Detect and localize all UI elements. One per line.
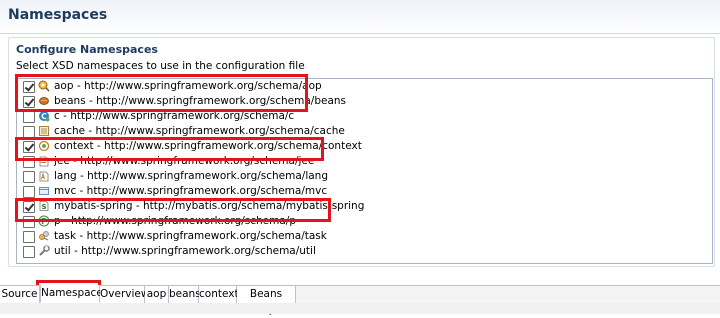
namespace-checkbox[interactable] [23, 156, 35, 168]
util-icon [38, 245, 50, 257]
schema-s-icon: S [38, 200, 50, 212]
tab-aop[interactable]: aop [145, 286, 169, 303]
tab-overview[interactable]: Overview [100, 286, 149, 303]
namespace-label: context - http://www.springframework.org… [54, 140, 362, 152]
task-icon [38, 230, 50, 242]
namespace-label: beans - http://www.springframework.org/s… [54, 95, 347, 107]
namespace-label: mvc - http://www.springframework.org/sch… [54, 185, 328, 197]
jee-icon [38, 155, 50, 167]
tab-beans-graph[interactable]: Beans Graph [237, 286, 296, 316]
namespace-list[interactable]: aop - http://www.springframework.org/sch… [16, 78, 713, 264]
svg-text:P: P [41, 217, 47, 226]
aop-icon [38, 80, 50, 92]
section-title: Configure Namespaces [16, 43, 158, 56]
namespace-checkbox[interactable] [23, 96, 35, 108]
namespace-label: aop - http://www.springframework.org/sch… [54, 80, 322, 92]
tab-namespaces[interactable]: Namespaces [40, 285, 108, 303]
tab-source[interactable]: Source [0, 286, 40, 303]
namespace-checkbox[interactable] [23, 111, 35, 123]
namespace-label: cache - http://www.springframework.org/s… [54, 125, 345, 137]
cache-icon [38, 125, 50, 137]
bean-icon [38, 95, 50, 107]
bottom-strip [0, 303, 720, 314]
namespace-checkbox[interactable] [23, 246, 35, 258]
namespace-label: jee - http://www.springframework.org/sch… [54, 155, 315, 167]
namespace-label: mybatis-spring - http://mybatis.org/sche… [54, 200, 365, 212]
mvc-icon [38, 185, 50, 197]
namespace-checkbox[interactable] [23, 216, 35, 228]
namespace-label: c - http://www.springframework.org/schem… [54, 110, 295, 122]
tab-context[interactable]: context [199, 286, 239, 303]
tab-beans[interactable]: beans [169, 286, 201, 303]
namespace-checkbox[interactable] [23, 186, 35, 198]
namespace-checkbox[interactable] [23, 141, 35, 153]
c-icon: C [38, 110, 50, 122]
namespace-checkbox[interactable] [23, 201, 35, 213]
section-description: Select XSD namespaces to use in the conf… [16, 60, 305, 72]
svg-text:S: S [41, 203, 46, 211]
context-icon [38, 140, 50, 152]
namespace-label: lang - http://www.springframework.org/sc… [54, 170, 328, 182]
editor-header: Namespaces [0, 0, 720, 34]
namespace-checkbox[interactable] [23, 126, 35, 138]
namespace-label: util - http://www.springframework.org/sc… [54, 245, 316, 257]
page-title: Namespaces [8, 7, 108, 23]
namespace-label: p - http://www.springframework.org/schem… [54, 215, 296, 227]
namespace-checkbox[interactable] [23, 81, 35, 93]
editor-tab-bar: Source Namespaces Overview aop beans con… [0, 285, 720, 316]
namespace-checkbox[interactable] [23, 171, 35, 183]
p-icon: P [38, 215, 50, 227]
tab-bar-filler [296, 286, 720, 303]
namespace-checkbox[interactable] [23, 231, 35, 243]
configure-namespaces-section: Configure Namespaces Select XSD namespac… [8, 37, 715, 267]
namespace-label: task - http://www.springframework.org/sc… [54, 230, 327, 242]
lang-icon [38, 170, 50, 182]
